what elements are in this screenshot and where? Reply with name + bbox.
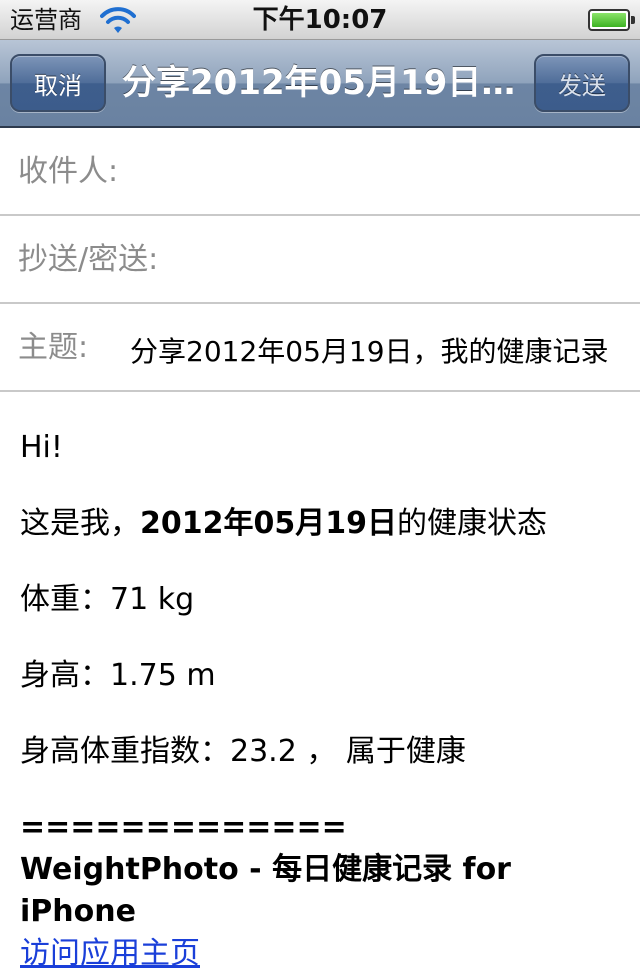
cc-bcc-field[interactable]: 抄送/密送: <box>0 216 640 304</box>
status-date: 2012年05月19日 <box>140 506 397 541</box>
subject-label: 主题: <box>18 330 89 365</box>
subject-field[interactable]: 主题: 分享2012年05月19日，我的健康记录 <box>0 304 640 392</box>
status-suffix: 的健康状态 <box>397 506 547 541</box>
to-label: 收件人: <box>18 154 119 189</box>
footer-line-2: iPhone <box>20 894 136 929</box>
battery-icon <box>588 9 635 31</box>
navigation-bar: 取消 分享2012年05月19日，我的健康记录 发送 <box>0 40 640 128</box>
app-homepage-link[interactable]: 访问应用主页 <box>20 934 200 974</box>
to-field[interactable]: 收件人: <box>0 128 640 216</box>
greeting-text: Hi! <box>20 430 63 465</box>
status-bar: 运营商 下午10:07 <box>0 0 640 40</box>
status-line: 这是我，2012年05月19日的健康状态 <box>20 504 547 544</box>
nav-title: 分享2012年05月19日，我的健康记录 <box>122 63 520 103</box>
cancel-button[interactable]: 取消 <box>10 54 106 112</box>
bmi-text: 身高体重指数：23.2 ， 属于健康 <box>20 734 466 769</box>
footer-line-1: WeightPhoto - 每日健康记录 for <box>20 852 511 887</box>
height-text: 身高：1.75 m <box>20 658 216 693</box>
send-button[interactable]: 发送 <box>534 54 630 112</box>
subject-value[interactable]: 分享2012年05月19日，我的健康记录 <box>130 332 609 372</box>
status-prefix: 这是我， <box>20 506 140 541</box>
weight-text: 体重：71 kg <box>20 582 195 617</box>
divider-text: ============= <box>20 810 347 845</box>
status-time: 下午10:07 <box>252 5 388 35</box>
cc-bcc-label: 抄送/密送: <box>18 242 159 277</box>
